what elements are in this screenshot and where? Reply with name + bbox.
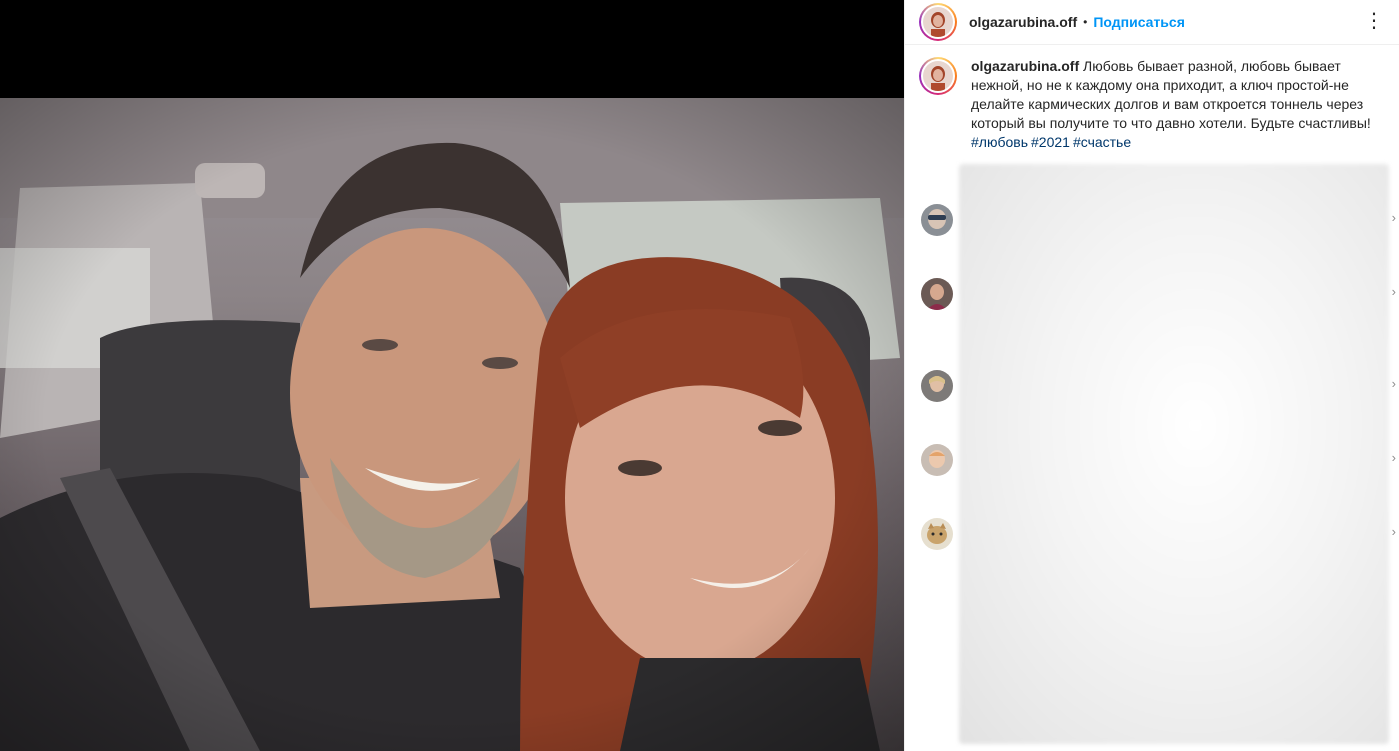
comment-chevron-icon[interactable]: › xyxy=(1392,376,1396,391)
blurred-comments-area xyxy=(959,164,1389,744)
comment-avatar[interactable] xyxy=(921,518,953,550)
comment-chevron-icon[interactable]: › xyxy=(1392,210,1396,225)
hashtag-link[interactable]: #счастье xyxy=(1073,134,1131,150)
caption-username[interactable]: olgazarubina.off xyxy=(971,58,1079,74)
author-avatar[interactable] xyxy=(919,3,957,41)
hashtag-link[interactable]: #любовь xyxy=(971,134,1028,150)
avatar-light-icon xyxy=(921,444,953,476)
hashtag-link[interactable]: #2021 xyxy=(1031,134,1070,150)
comment-avatar[interactable] xyxy=(921,204,953,236)
post-photo[interactable] xyxy=(0,98,904,751)
comment-chevron-icon[interactable]: › xyxy=(1392,450,1396,465)
couple-selfie-image xyxy=(0,98,904,751)
author-avatar-image xyxy=(923,7,953,37)
caption-hashtags: #любовь #2021 #счастье xyxy=(971,133,1385,152)
more-options-icon[interactable]: ⋮ xyxy=(1364,8,1385,33)
post-side-panel: olgazarubina.off • Подписаться ⋮ olgazar… xyxy=(904,0,1399,751)
avatar-blonde-icon xyxy=(921,370,953,402)
caption-author-avatar[interactable] xyxy=(919,57,957,95)
avatar-cat-icon xyxy=(921,518,953,550)
caption-text-block: olgazarubina.off Любовь бывает разной, л… xyxy=(971,57,1385,152)
post-caption: olgazarubina.off Любовь бывает разной, л… xyxy=(905,45,1399,152)
comment-chevron-icon[interactable]: › xyxy=(1392,524,1396,539)
header-separator: • xyxy=(1083,15,1088,29)
avatar-sunglasses-icon xyxy=(921,204,953,236)
comment-avatar[interactable] xyxy=(921,278,953,310)
comment-chevron-icon[interactable]: › xyxy=(1392,284,1396,299)
post-header: olgazarubina.off • Подписаться ⋮ xyxy=(905,0,1399,45)
avatar-dark-hair-icon xyxy=(921,278,953,310)
follow-button[interactable]: Подписаться xyxy=(1093,14,1185,30)
comments-list: › › › › › xyxy=(905,160,1399,751)
author-username[interactable]: olgazarubina.off xyxy=(969,14,1077,30)
comment-avatar[interactable] xyxy=(921,444,953,476)
caption-avatar-image xyxy=(923,61,953,91)
post-media[interactable] xyxy=(0,0,904,751)
comment-avatar[interactable] xyxy=(921,370,953,402)
